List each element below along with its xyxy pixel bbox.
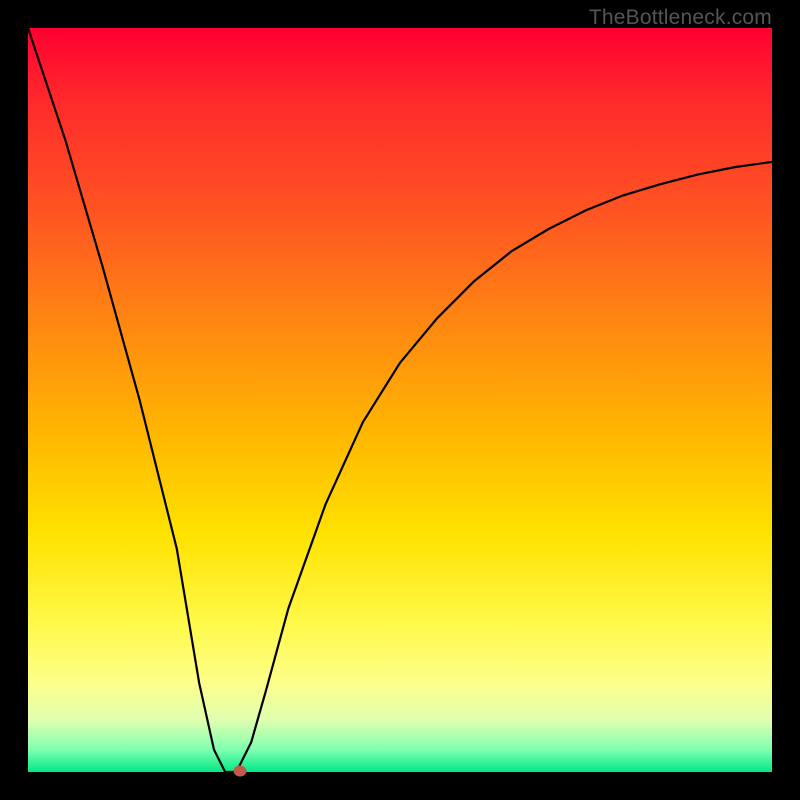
watermark-text: TheBottleneck.com xyxy=(589,6,772,30)
plot-area xyxy=(28,28,772,772)
bottleneck-curve xyxy=(28,28,772,772)
optimum-marker xyxy=(234,765,247,776)
